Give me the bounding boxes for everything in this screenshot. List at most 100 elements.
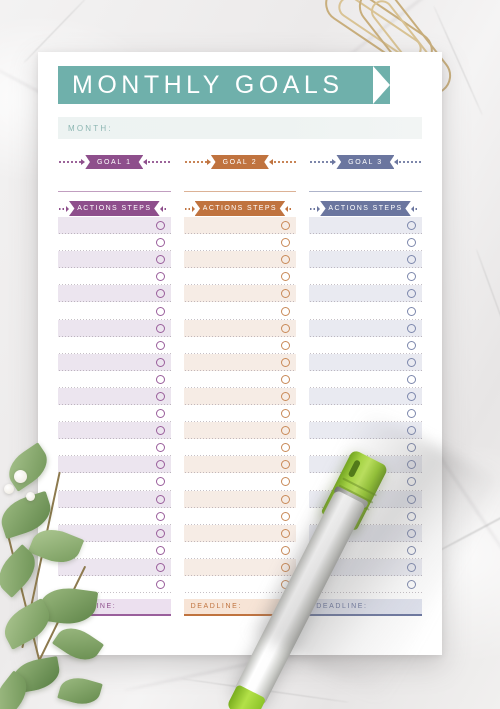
task-checkbox-circle[interactable]	[281, 494, 291, 504]
task-row[interactable]	[183, 490, 297, 508]
task-checkbox-circle[interactable]	[406, 477, 416, 487]
task-row[interactable]	[183, 422, 297, 440]
month-field[interactable]: MONTH:	[58, 117, 422, 139]
task-checkbox-circle[interactable]	[155, 562, 165, 572]
task-row[interactable]	[309, 319, 422, 337]
task-checkbox-circle[interactable]	[281, 443, 291, 453]
task-checkbox-circle[interactable]	[155, 374, 165, 384]
task-row[interactable]	[183, 302, 297, 320]
task-row[interactable]	[183, 473, 297, 491]
task-checkbox-circle[interactable]	[406, 460, 416, 470]
task-row[interactable]	[58, 234, 171, 252]
task-checkbox-circle[interactable]	[406, 409, 416, 419]
task-checkbox-circle[interactable]	[155, 580, 165, 590]
task-checkbox-circle[interactable]	[281, 255, 291, 265]
task-checkbox-circle[interactable]	[406, 221, 416, 231]
task-checkbox-circle[interactable]	[155, 545, 165, 555]
task-checkbox-circle[interactable]	[281, 272, 291, 282]
task-row[interactable]	[309, 268, 422, 286]
task-checkbox-circle[interactable]	[281, 221, 291, 231]
task-row[interactable]	[58, 353, 171, 371]
task-row[interactable]	[183, 542, 297, 559]
task-row[interactable]	[183, 353, 297, 371]
task-row[interactable]	[58, 490, 171, 508]
task-row[interactable]	[183, 268, 297, 286]
task-row[interactable]	[309, 285, 422, 303]
task-checkbox-circle[interactable]	[155, 477, 165, 487]
task-row[interactable]	[309, 371, 422, 389]
goal-write-line-3[interactable]	[309, 191, 422, 192]
task-checkbox-circle[interactable]	[406, 545, 416, 555]
task-row[interactable]	[58, 302, 171, 320]
task-checkbox-circle[interactable]	[155, 511, 165, 521]
task-checkbox-circle[interactable]	[281, 357, 291, 367]
task-checkbox-circle[interactable]	[155, 323, 165, 333]
task-checkbox-circle[interactable]	[281, 391, 291, 401]
task-checkbox-circle[interactable]	[155, 340, 165, 350]
task-row[interactable]	[58, 337, 171, 354]
task-checkbox-circle[interactable]	[406, 391, 416, 401]
task-row[interactable]	[58, 217, 171, 235]
task-row[interactable]	[58, 558, 171, 577]
task-row[interactable]	[309, 405, 422, 423]
task-checkbox-circle[interactable]	[281, 409, 291, 419]
task-row[interactable]	[58, 387, 171, 406]
task-row[interactable]	[183, 508, 297, 525]
task-checkbox-circle[interactable]	[406, 426, 416, 436]
task-checkbox-circle[interactable]	[155, 443, 165, 453]
goal-write-line-1[interactable]	[58, 191, 171, 192]
task-checkbox-circle[interactable]	[155, 306, 165, 316]
task-row[interactable]	[58, 456, 171, 474]
task-checkbox-circle[interactable]	[155, 289, 165, 299]
task-row[interactable]	[183, 456, 297, 474]
task-row[interactable]	[183, 387, 297, 406]
task-checkbox-circle[interactable]	[406, 562, 416, 572]
task-row[interactable]	[58, 439, 171, 457]
task-row[interactable]	[309, 302, 422, 320]
task-row[interactable]	[309, 353, 422, 371]
task-row[interactable]	[183, 371, 297, 389]
task-row[interactable]	[58, 268, 171, 286]
task-checkbox-circle[interactable]	[281, 323, 291, 333]
task-checkbox-circle[interactable]	[155, 426, 165, 436]
task-checkbox-circle[interactable]	[281, 545, 291, 555]
task-checkbox-circle[interactable]	[406, 443, 416, 453]
task-checkbox-circle[interactable]	[406, 255, 416, 265]
task-row[interactable]	[58, 319, 171, 337]
task-checkbox-circle[interactable]	[281, 511, 291, 521]
task-row[interactable]	[183, 217, 297, 235]
task-checkbox-circle[interactable]	[155, 409, 165, 419]
task-row[interactable]	[58, 405, 171, 423]
task-row[interactable]	[183, 558, 297, 577]
task-row[interactable]	[58, 371, 171, 389]
task-checkbox-circle[interactable]	[155, 221, 165, 231]
task-row[interactable]	[309, 251, 422, 269]
task-row[interactable]	[183, 319, 297, 337]
task-row[interactable]	[309, 217, 422, 235]
task-checkbox-circle[interactable]	[406, 272, 416, 282]
task-row[interactable]	[58, 473, 171, 491]
task-checkbox-circle[interactable]	[281, 460, 291, 470]
task-checkbox-circle[interactable]	[155, 494, 165, 504]
task-checkbox-circle[interactable]	[406, 357, 416, 367]
task-row[interactable]	[183, 234, 297, 252]
task-checkbox-circle[interactable]	[406, 580, 416, 590]
task-checkbox-circle[interactable]	[281, 528, 291, 538]
task-row[interactable]	[309, 387, 422, 406]
task-checkbox-circle[interactable]	[155, 391, 165, 401]
task-row[interactable]	[309, 422, 422, 440]
task-checkbox-circle[interactable]	[406, 306, 416, 316]
task-row[interactable]	[309, 234, 422, 252]
task-checkbox-circle[interactable]	[406, 511, 416, 521]
task-checkbox-circle[interactable]	[155, 357, 165, 367]
task-checkbox-circle[interactable]	[155, 255, 165, 265]
task-row[interactable]	[183, 524, 297, 542]
task-checkbox-circle[interactable]	[406, 528, 416, 538]
task-row[interactable]	[183, 405, 297, 423]
task-checkbox-circle[interactable]	[281, 289, 291, 299]
task-checkbox-circle[interactable]	[281, 340, 291, 350]
task-checkbox-circle[interactable]	[406, 494, 416, 504]
task-checkbox-circle[interactable]	[155, 272, 165, 282]
task-checkbox-circle[interactable]	[406, 238, 416, 248]
task-checkbox-circle[interactable]	[406, 340, 416, 350]
